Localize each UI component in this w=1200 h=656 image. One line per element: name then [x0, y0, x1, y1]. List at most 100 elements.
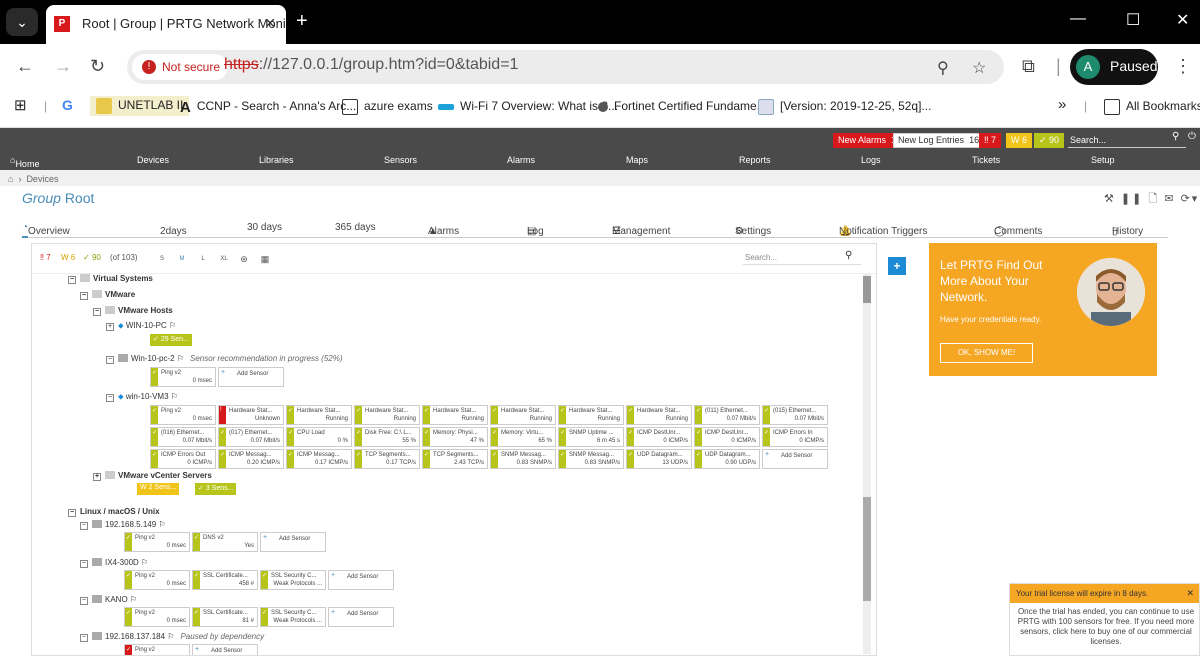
sensor-tile[interactable]: ✓ Memory: Virtu... 65 %: [490, 427, 556, 447]
group-vmware-hosts[interactable]: − VMware Hosts: [93, 306, 173, 316]
nav-tickets[interactable]: Tickets: [972, 155, 1000, 165]
back-icon[interactable]: ←: [16, 56, 34, 77]
sensor-tile[interactable]: ✓ (011) Ethernet... 0.07 Mbit/s: [694, 405, 760, 425]
add-sensor-button[interactable]: + Add Sensor: [218, 367, 284, 387]
group-linux[interactable]: − Linux / macOS / Unix: [68, 507, 160, 517]
device-192-168-137-184[interactable]: −192.168.137.184 ⚐ Paused by dependency: [80, 632, 264, 642]
tree-search-input[interactable]: Search...: [743, 251, 861, 265]
stat-red[interactable]: ‼ 7: [40, 253, 51, 262]
more-bookmarks-chevron-icon[interactable]: »: [1058, 96, 1066, 113]
sensor-tile[interactable]: ✓ Ping v2 0 msec: [124, 607, 190, 627]
size-l-button[interactable]: L: [196, 253, 210, 265]
nav-alarms[interactable]: Alarms: [507, 155, 535, 165]
add-widget-button[interactable]: +: [888, 257, 906, 275]
nav-sensors[interactable]: Sensors: [384, 155, 417, 165]
sensor-tile[interactable]: ✓ Memory: Physi... 47 %: [422, 427, 488, 447]
tab-30-days[interactable]: 30 days: [247, 222, 282, 233]
sensor-tile[interactable]: ✓ Hardware Stat... Running: [558, 405, 624, 425]
group-vcenter[interactable]: + VMware vCenter Servers: [93, 471, 212, 481]
tab-overview[interactable]: ◔ Overview: [22, 222, 70, 238]
nav-setup[interactable]: Setup: [1091, 155, 1115, 165]
prtg-search-input[interactable]: Search...: [1068, 133, 1186, 148]
menu-kebab-icon[interactable]: ⋮: [1174, 56, 1192, 77]
sensor-tile[interactable]: ! Hardware Stat... Unknown: [218, 405, 284, 425]
close-tab-icon[interactable]: ✕: [264, 15, 276, 32]
bookmark-wifi7[interactable]: Wi-Fi 7 Overview: What is 8...: [438, 99, 618, 113]
forward-icon[interactable]: →: [54, 56, 72, 77]
address-bar[interactable]: ! Not secure https://127.0.0.1/group.htm…: [127, 50, 1004, 84]
group-vmware[interactable]: − VMware: [80, 290, 135, 300]
nav-devices[interactable]: Devices: [137, 155, 169, 165]
tab-search-button[interactable]: ⌄: [6, 8, 38, 36]
sensor-tile[interactable]: ✓ SSL Certificate... 458 #: [192, 570, 258, 590]
maximize-icon[interactable]: ☐: [1126, 10, 1140, 30]
add-sensor-button[interactable]: + Add Sensor: [328, 607, 394, 627]
sensor-tile[interactable]: ✓ (017) Ethernet... 0.07 Mbit/s: [218, 427, 284, 447]
new-log-entries-badge[interactable]: New Log Entries 162: [893, 133, 990, 148]
stat-up[interactable]: ✓ 90: [83, 253, 101, 262]
sensor-tile[interactable]: ✓ SSL Security C... Weak Protocols ...: [260, 607, 326, 627]
sensor-tile[interactable]: ✓ ICMP Errors In 0 ICMP/s: [762, 427, 828, 447]
sensor-tile[interactable]: ✓ Ping v2 0 msec: [124, 532, 190, 552]
sensor-tile[interactable]: ✓ Disk Free: C:\ L... 55 %: [354, 427, 420, 447]
device-win-10-pc-2[interactable]: − Win-10-pc-2 ⚐ Sensor recommendation in p…: [106, 354, 343, 364]
tab-2-days[interactable]: 2 days: [160, 222, 187, 237]
stat-warning[interactable]: W 6: [61, 253, 75, 262]
home-icon[interactable]: ⌂: [8, 174, 13, 184]
sensor-tile[interactable]: ✓ (015) Ethernet... 0.07 Mbit/s: [762, 405, 828, 425]
add-sensor-button[interactable]: + Add Sensor: [260, 532, 326, 552]
group-virtual-systems[interactable]: − Virtual Systems: [68, 274, 153, 284]
sensor-tile[interactable]: ✓ Hardware Stat... Running: [626, 405, 692, 425]
sensor-tile[interactable]: ✓ Hardware Stat... Running: [422, 405, 488, 425]
nav-maps[interactable]: Maps: [626, 155, 648, 165]
logout-icon[interactable]: ⏻: [1188, 131, 1196, 142]
sensor-tile[interactable]: ✓ SNMP Messag... 0.83 SNMP/s: [558, 449, 624, 469]
up-sensors-badge[interactable]: ✓ 90: [1034, 133, 1065, 148]
trial-body[interactable]: Once the trial has ended, you can contin…: [1016, 607, 1196, 647]
nav-libraries[interactable]: Libraries: [259, 155, 294, 165]
sensor-tile[interactable]: ✓ Ping v2 0 msec: [150, 367, 216, 387]
add-sensor-button[interactable]: + Add Sensor: [328, 570, 394, 590]
sensor-tile[interactable]: ✓ SSL Certificate... 81 #: [192, 607, 258, 627]
bookmark-ccnp[interactable]: A CCNP - Search - Anna's Arc...: [180, 99, 356, 116]
sensor-tile[interactable]: ✓ Ping v2 0 msec: [150, 405, 216, 425]
tree-scrollbar[interactable]: [863, 274, 871, 654]
device-ix4-300d[interactable]: − IX4-300D ⚐: [80, 558, 148, 568]
bookmark-star-icon[interactable]: ☆: [972, 58, 986, 78]
sensor-tile[interactable]: ✓ TCP Segments... 0.17 TCP/s: [354, 449, 420, 469]
all-bookmarks[interactable]: All Bookmarks: [1104, 99, 1200, 115]
sensor-tile[interactable]: ✓ Ping v2: [124, 644, 190, 655]
not-secure-chip[interactable]: ! Not secure: [132, 54, 228, 80]
sensor-tile[interactable]: ✓ SSL Security C... Weak Protocols ...: [260, 570, 326, 590]
size-s-button[interactable]: S: [155, 253, 169, 265]
sensor-tile[interactable]: ✓ ICMP DestUnr... 0 ICMP/s: [626, 427, 692, 447]
bookmark-fortinet[interactable]: Fortinet Certified Fundame...: [598, 99, 767, 113]
sensor-tile[interactable]: ✓ UDP Datagram... 0.90 UDP/s: [694, 449, 760, 469]
device-kano[interactable]: − KANO ⚐: [80, 595, 137, 605]
sensor-tile[interactable]: ✓ ICMP DestUnr... 0 ICMP/s: [694, 427, 760, 447]
zoom-icon[interactable]: ⚲: [937, 58, 949, 78]
close-window-icon[interactable]: ✕: [1176, 10, 1189, 30]
sensor-tile[interactable]: ✓ CPU Load 0 %: [286, 427, 352, 447]
sensor-tile[interactable]: ✓ (016) Ethernet... 0.07 Mbit/s: [150, 427, 216, 447]
grid-view-icon[interactable]: ▦: [258, 253, 272, 265]
search-icon[interactable]: ⚲: [845, 250, 852, 261]
profile-button[interactable]: A Paused: [1070, 49, 1158, 85]
extensions-icon[interactable]: ⧉: [1022, 56, 1035, 77]
search-icon[interactable]: ⚲: [1172, 131, 1179, 142]
red-sensors-badge[interactable]: ‼ 7: [979, 133, 1002, 148]
nav-home[interactable]: ⌂ Home: [10, 155, 39, 169]
minimize-icon[interactable]: —: [1070, 10, 1086, 28]
sensor-summary-chip[interactable]: ✓ 29 Sen...: [150, 334, 192, 346]
sensor-tile[interactable]: ✓ ICMP Errors Out 0 ICMP/s: [150, 449, 216, 469]
add-sensor-button[interactable]: + Add Sensor: [762, 449, 828, 469]
sensor-tile[interactable]: ✓ DNS v2 Yes: [192, 532, 258, 552]
sensor-tile[interactable]: ✓ SNMP Uptime ... 6 m 45 s: [558, 427, 624, 447]
sensor-tile[interactable]: ✓ Ping v2 0 msec: [124, 570, 190, 590]
google-bookmark-icon[interactable]: G: [62, 97, 73, 113]
add-sensor-button[interactable]: + Add Sensor: [192, 644, 258, 655]
warning-sensors-badge[interactable]: W 6: [1006, 133, 1033, 148]
vcenter-warning-chip[interactable]: W 2 Sens...: [137, 483, 180, 495]
size-m-button[interactable]: M: [175, 253, 189, 265]
tab-365-days[interactable]: 365 days: [335, 222, 376, 233]
